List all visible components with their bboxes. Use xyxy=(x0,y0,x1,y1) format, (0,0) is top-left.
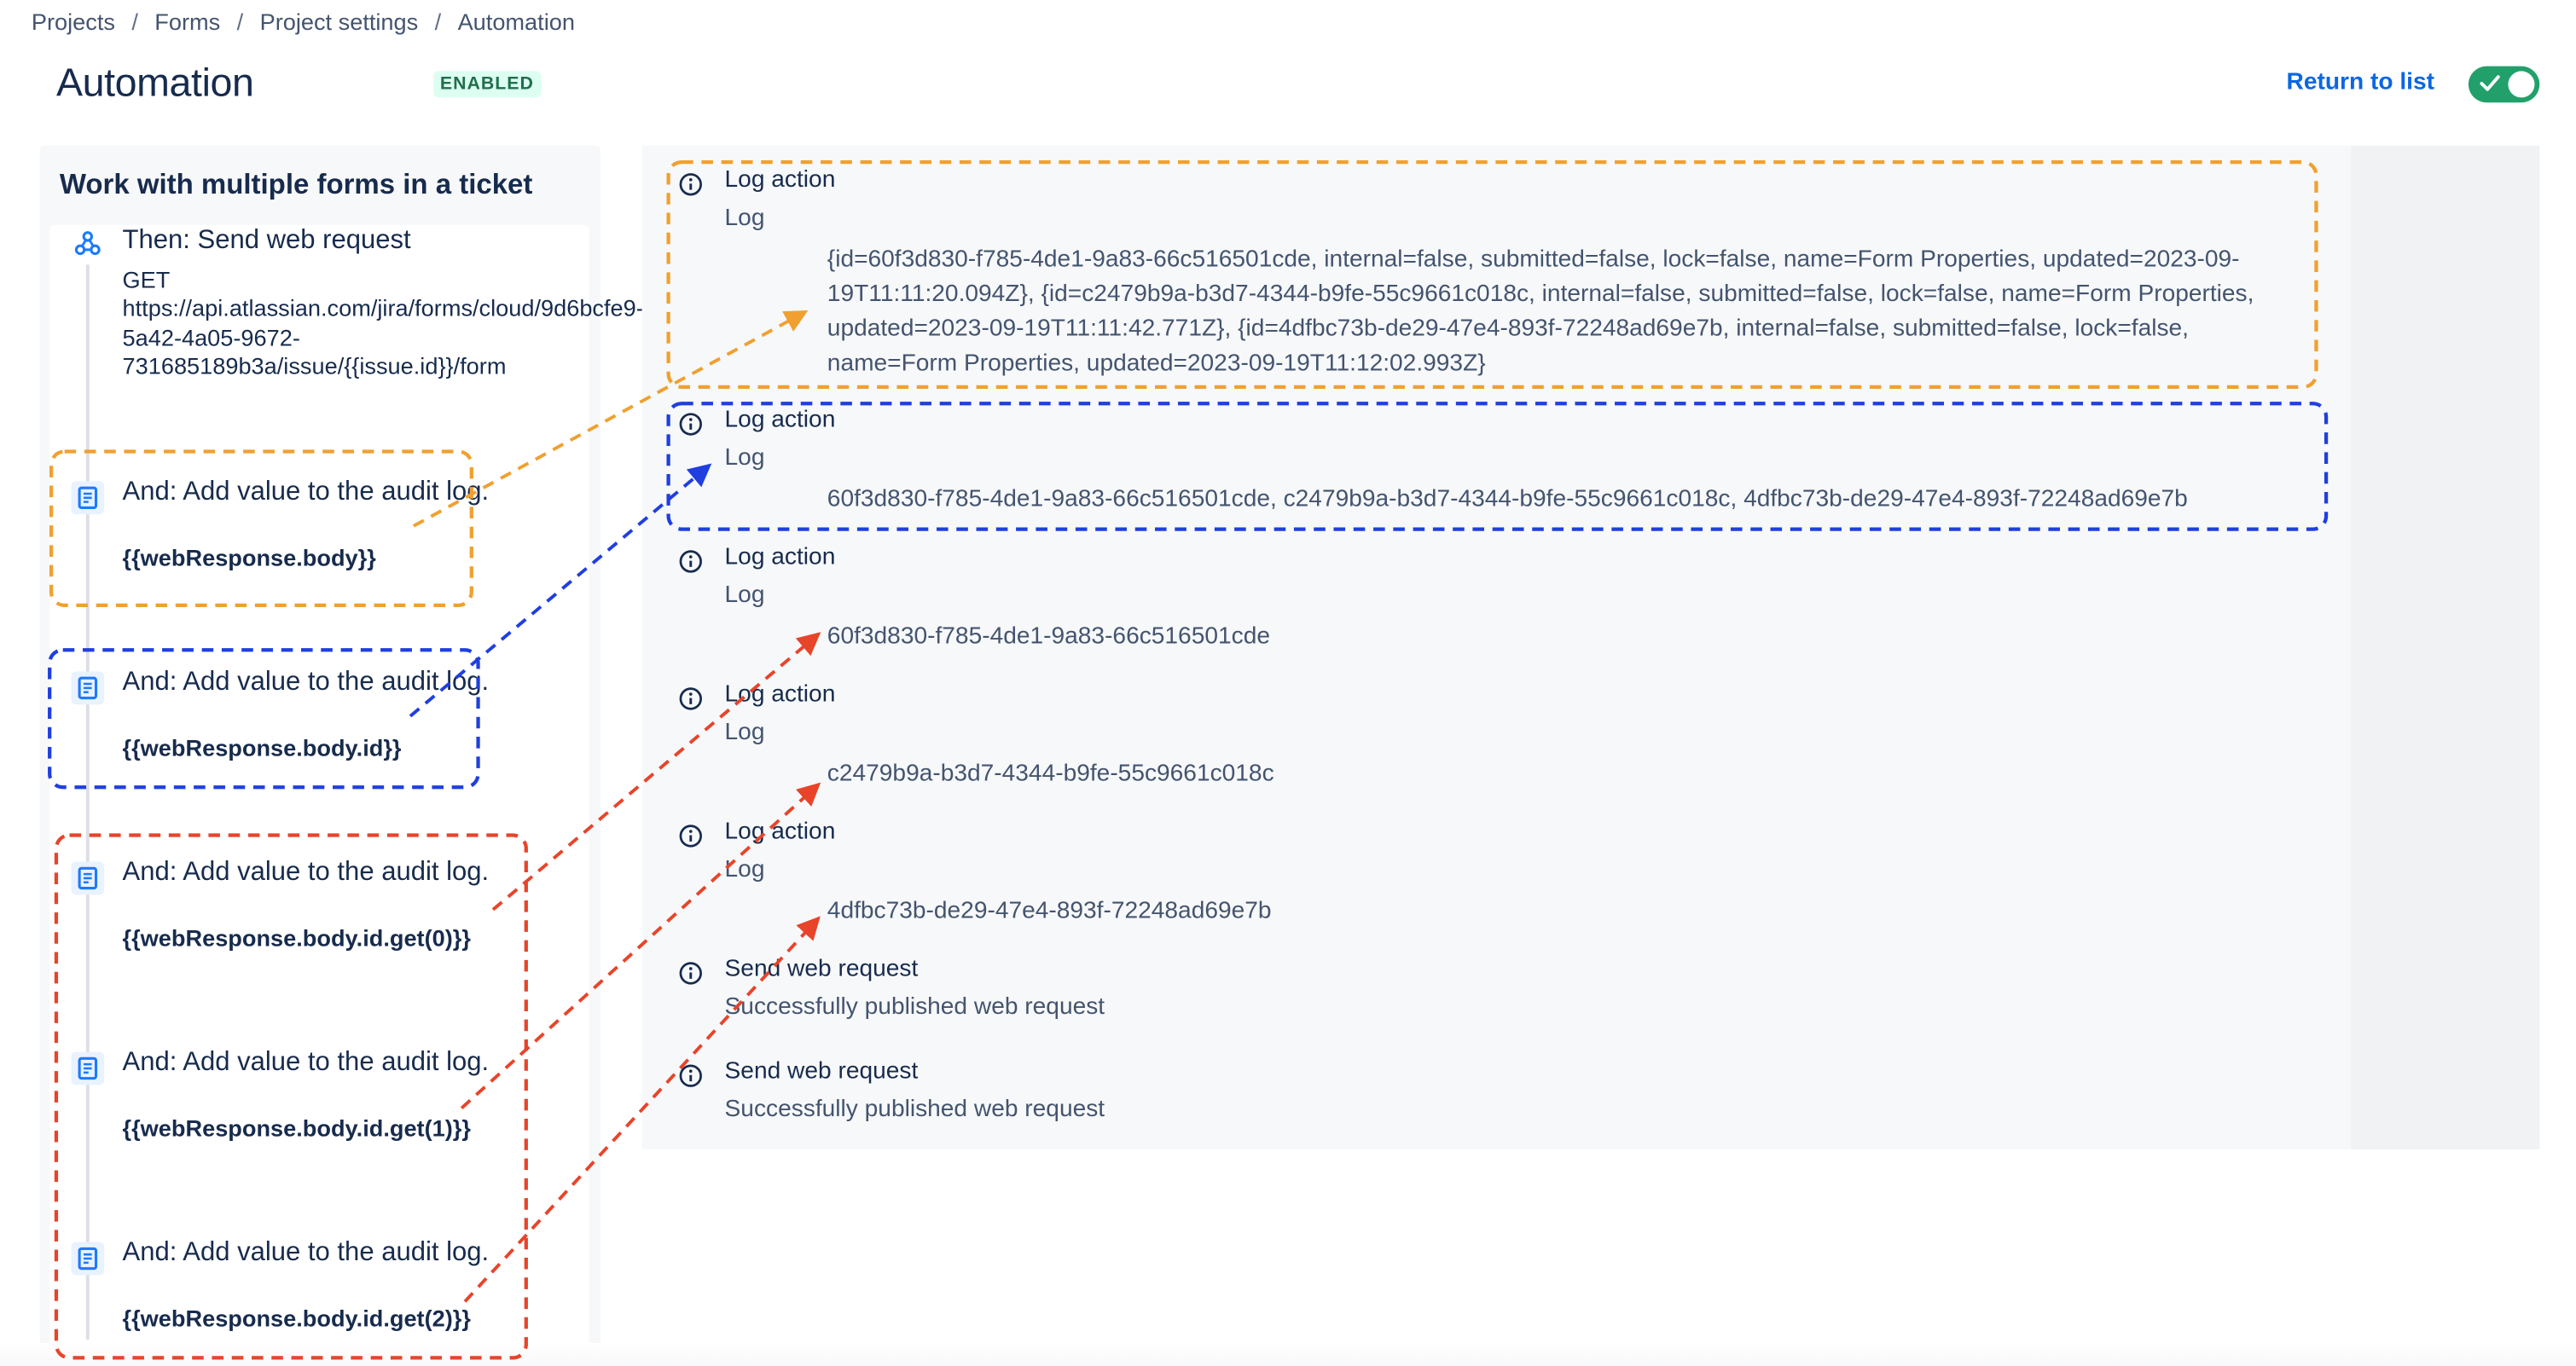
rule-step-audit-log-get-0[interactable]: And: Add value to the audit log. {{webRe… xyxy=(67,857,563,956)
rule-connector-line xyxy=(85,264,90,1340)
breadcrumb: Projects / Forms / Project settings / Au… xyxy=(32,9,575,35)
info-icon xyxy=(679,1064,702,1087)
rule-step-audit-log-body[interactable]: And: Add value to the audit log. {{webRe… xyxy=(67,477,563,576)
rule-step-audit-log-get-2[interactable]: And: Add value to the audit log. {{webRe… xyxy=(67,1237,563,1336)
log-entry-title: Log action xyxy=(724,681,836,709)
info-icon xyxy=(679,825,702,848)
audit-log-gutter xyxy=(2351,145,2540,1150)
log-entry-message: 4dfbc73b-de29-47e4-893f-72248ad69e7b xyxy=(827,898,1272,925)
breadcrumb-forms[interactable]: Forms xyxy=(154,9,220,35)
step-title: And: Add value to the audit log. xyxy=(122,1048,490,1077)
page-bottom-edge xyxy=(0,1342,2576,1366)
step-title: And: Add value to the audit log. xyxy=(122,1238,490,1267)
toggle-knob xyxy=(2508,71,2535,98)
rule-title: Work with multiple forms in a ticket xyxy=(59,168,533,200)
audit-log-icon xyxy=(71,481,105,515)
info-icon xyxy=(679,962,702,985)
automation-page: Projects / Forms / Project settings / Au… xyxy=(0,0,2576,1366)
audit-log-icon xyxy=(71,1051,105,1085)
info-icon xyxy=(679,173,702,196)
log-entry-message: c2479b9a-b3d7-4344-b9fe-55c9661c018c xyxy=(827,761,1274,788)
breadcrumb-separator: / xyxy=(236,8,244,35)
step-value: {{webResponse.body.id.get(0)}} xyxy=(122,924,471,952)
rule-step-audit-log-body-id[interactable]: And: Add value to the audit log. {{webRe… xyxy=(67,667,563,766)
log-entry-message: {id=60f3d830-f785-4de1-9a83-66c516501cde… xyxy=(827,246,2254,378)
log-entry-subtitle: Log xyxy=(724,582,765,609)
step-detail: GET https://api.atlassian.com/jira/forms… xyxy=(122,266,644,379)
log-entry-subtitle: Successfully published web request xyxy=(724,1096,1105,1123)
log-entry-subtitle: Log xyxy=(724,444,765,472)
log-entry-title: Send web request xyxy=(724,956,919,983)
step-title: And: Add value to the audit log. xyxy=(122,858,490,887)
log-entry-subtitle: Log xyxy=(724,856,765,883)
page-title: Automation xyxy=(55,61,254,107)
info-icon xyxy=(679,413,702,436)
breadcrumb-automation[interactable]: Automation xyxy=(458,9,575,35)
breadcrumb-separator: / xyxy=(131,8,138,35)
log-entry-title: Send web request xyxy=(724,1058,919,1085)
return-to-list-link[interactable]: Return to list xyxy=(2287,69,2434,96)
step-value: {{webResponse.body.id}} xyxy=(122,734,402,761)
rule-step-send-web-request[interactable]: Then: Send web request GET https://api.a… xyxy=(67,222,644,403)
audit-log-icon xyxy=(71,1242,105,1276)
info-icon xyxy=(679,550,702,573)
log-entry-message: 60f3d830-f785-4de1-9a83-66c516501cde xyxy=(827,623,1270,651)
log-entry-title: Log action xyxy=(724,407,836,434)
check-icon xyxy=(2480,75,2500,91)
step-value: {{webResponse.body.id.get(2)}} xyxy=(122,1305,471,1332)
step-title: And: Add value to the audit log. xyxy=(122,668,490,697)
breadcrumb-separator: / xyxy=(434,8,442,35)
audit-log-icon xyxy=(71,861,105,895)
webhook-icon xyxy=(71,226,105,260)
step-value: {{webResponse.body.id.get(1)}} xyxy=(122,1114,471,1142)
audit-log-icon xyxy=(71,671,105,705)
log-entry-subtitle: Successfully published web request xyxy=(724,993,1105,1021)
rule-enabled-toggle[interactable] xyxy=(2468,66,2540,103)
log-entry-subtitle: Log xyxy=(724,205,765,232)
breadcrumb-project-settings[interactable]: Project settings xyxy=(260,9,419,35)
step-title: And: Add value to the audit log. xyxy=(122,478,490,506)
log-entry-title: Log action xyxy=(724,819,836,846)
log-entry-title: Log action xyxy=(724,166,836,194)
rule-step-audit-log-get-1[interactable]: And: Add value to the audit log. {{webRe… xyxy=(67,1047,563,1146)
info-icon xyxy=(679,687,702,710)
log-entry-subtitle: Log xyxy=(724,719,765,746)
step-title: Then: Send web request xyxy=(122,226,411,255)
step-value: {{webResponse.body}} xyxy=(122,544,376,571)
breadcrumb-projects[interactable]: Projects xyxy=(32,9,115,35)
log-entry-title: Log action xyxy=(724,544,836,571)
log-entry-message: 60f3d830-f785-4de1-9a83-66c516501cde, c2… xyxy=(827,486,2188,513)
status-badge: ENABLED xyxy=(433,71,541,98)
